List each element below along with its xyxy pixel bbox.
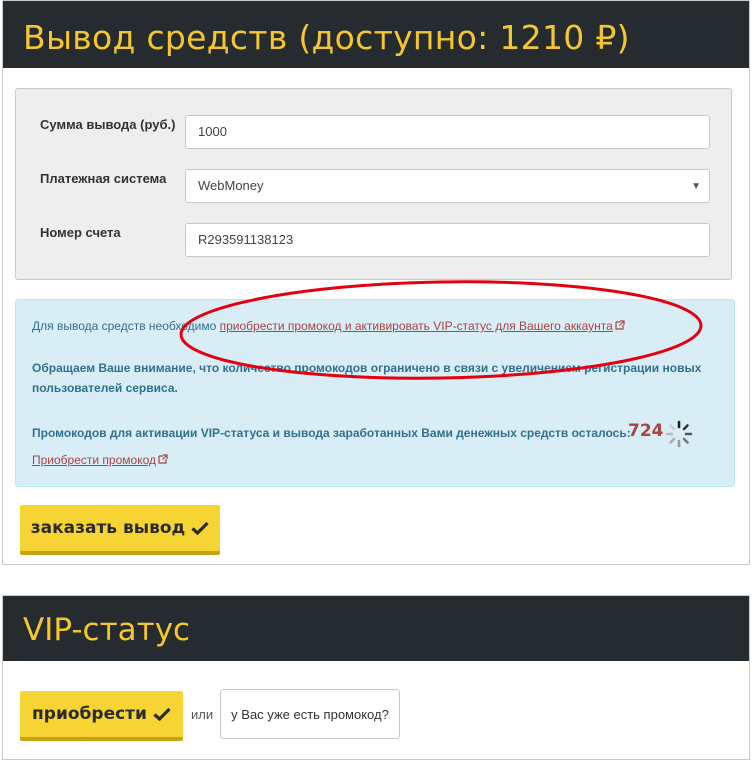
- payment-label: Платежная система: [40, 171, 167, 186]
- remaining-count: 724: [628, 421, 664, 441]
- external-link-icon: [158, 454, 168, 464]
- warning-text: Обращаем Ваше внимание, что количество п…: [32, 361, 702, 395]
- order-withdraw-label: заказать вывод: [30, 518, 186, 538]
- account-row: Номер счета R293591138123: [40, 223, 711, 257]
- buy-promo-link-row: Приобрести промокод: [32, 453, 168, 467]
- amount-row: Сумма вывода (руб.) 1000: [40, 115, 711, 149]
- amount-label: Сумма вывода (руб.): [40, 117, 176, 132]
- remaining-text: Промокодов для активации VIP-статуса и в…: [32, 426, 631, 440]
- info-alert: Для вывода средств необходимо приобрести…: [15, 299, 735, 487]
- info-prefix: Для вывода средств необходимо: [32, 319, 220, 333]
- caret-down-icon: ▼: [691, 181, 701, 192]
- have-promo-button[interactable]: у Вас уже есть промокод?: [220, 689, 400, 739]
- buy-vip-label: приобрести: [32, 704, 147, 724]
- vip-promo-link[interactable]: приобрести промокод и активировать VIP-с…: [220, 319, 613, 333]
- order-withdraw-button[interactable]: заказать вывод: [20, 505, 220, 555]
- check-icon: [153, 707, 171, 721]
- payment-select-value: WebMoney: [198, 178, 264, 193]
- payment-select[interactable]: WebMoney ▼: [185, 169, 710, 203]
- or-text: или: [191, 707, 214, 722]
- external-link-icon: [615, 320, 625, 330]
- check-icon: [191, 521, 209, 535]
- spinner-icon: [665, 420, 693, 448]
- vip-title: VIP-статус: [3, 596, 749, 661]
- buy-promo-link[interactable]: Приобрести промокод: [32, 453, 156, 467]
- withdraw-title: Вывод средств (доступно: 1210 ₽): [3, 1, 749, 68]
- account-label: Номер счета: [40, 225, 121, 240]
- payment-row: Платежная система WebMoney ▼: [40, 169, 711, 203]
- amount-input[interactable]: 1000: [185, 115, 710, 149]
- withdraw-form: Сумма вывода (руб.) 1000 Платежная систе…: [15, 88, 732, 280]
- account-input[interactable]: R293591138123: [185, 223, 710, 257]
- buy-vip-button[interactable]: приобрести: [20, 691, 183, 741]
- info-line: Для вывода средств необходимо приобрести…: [32, 319, 625, 333]
